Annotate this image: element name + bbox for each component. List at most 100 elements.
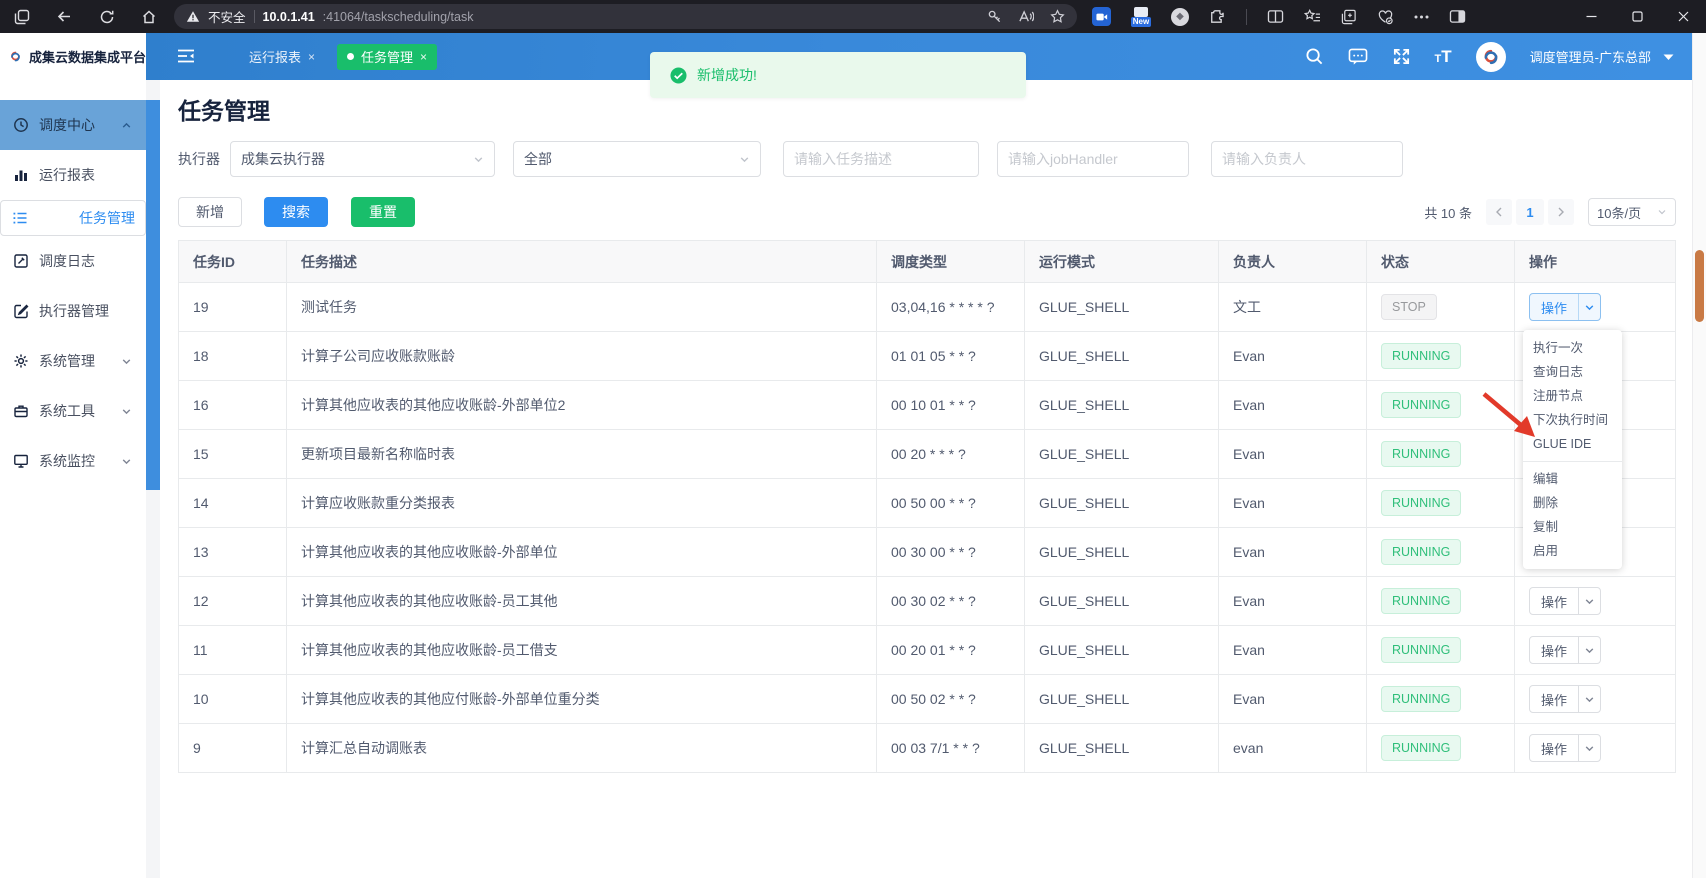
jobhandler-input[interactable] [997, 141, 1189, 177]
status-cell: RUNNING [1367, 528, 1515, 577]
menu-item[interactable]: GLUE IDE [1523, 432, 1622, 456]
user-name[interactable]: 调度管理员-广东总部 [1530, 47, 1651, 66]
sidebar-item-executor-management[interactable]: 执行器管理 [0, 286, 146, 336]
new-extension-icon[interactable]: New [1131, 7, 1151, 27]
close-button[interactable] [1660, 0, 1706, 33]
sidebar-item-dispatch-center[interactable]: 调度中心 [0, 100, 146, 150]
menu-item[interactable]: 删除 [1523, 491, 1622, 515]
action-button-label: 操作 [1530, 686, 1578, 712]
row-action-dropdown-button[interactable]: 操作 [1529, 734, 1601, 762]
menu-item[interactable]: 查询日志 [1523, 360, 1622, 384]
sidebar-item-task-management[interactable]: 任务管理 [0, 200, 146, 236]
row-action-dropdown-button[interactable]: 操作 [1529, 685, 1601, 713]
schedule-type-cell: 00 20 01 * * ? [877, 626, 1025, 675]
minimize-button[interactable] [1568, 0, 1614, 33]
table-row: 14计算应收账款重分类报表00 50 00 * * ?GLUE_SHELLEva… [179, 479, 1676, 528]
run-mode-cell: GLUE_SHELL [1025, 626, 1219, 675]
menu-item[interactable]: 复制 [1523, 515, 1622, 539]
sidebar-scrollbar[interactable] [146, 80, 160, 878]
task-desc-cell: 计算其他应收表的其他应收账龄-外部单位2 [287, 381, 877, 430]
row-action-dropdown-button[interactable]: 操作 [1529, 293, 1601, 321]
chevron-down-icon [1578, 294, 1600, 320]
owner-cell: Evan [1219, 675, 1367, 724]
avatar[interactable] [1476, 42, 1506, 72]
search-icon[interactable] [1305, 47, 1324, 66]
schedule-type-cell: 00 30 00 * * ? [877, 528, 1025, 577]
sidebar-item-dispatch-log[interactable]: 调度日志 [0, 236, 146, 286]
table-row: 10计算其他应收表的其他应付账龄-外部单位重分类00 50 02 * * ?GL… [179, 675, 1676, 724]
sidebar-scrollbar-thumb[interactable] [146, 100, 160, 490]
tab-run-report[interactable]: 运行报表 × [241, 44, 323, 70]
maximize-button[interactable] [1614, 0, 1660, 33]
browser-essentials-icon[interactable] [1377, 9, 1394, 25]
status-filter-select[interactable]: 全部 [513, 141, 761, 177]
tab-label: 运行报表 [249, 47, 301, 66]
sidebar-item-system-tools[interactable]: 系统工具 [0, 386, 146, 436]
row-action-dropdown-button[interactable]: 操作 [1529, 636, 1601, 664]
add-button[interactable]: 新增 [178, 197, 242, 227]
close-icon[interactable]: × [308, 50, 315, 64]
back-icon[interactable] [56, 8, 73, 25]
row-action-dropdown-button[interactable]: 操作 [1529, 587, 1601, 615]
read-aloud-icon[interactable] [1018, 9, 1034, 24]
refresh-icon[interactable] [99, 9, 115, 25]
search-button[interactable]: 搜索 [264, 197, 328, 227]
menu-item[interactable]: 编辑 [1523, 467, 1622, 491]
collections-icon[interactable] [1341, 9, 1357, 25]
favorites-bar-icon[interactable] [1304, 9, 1321, 24]
menu-item[interactable]: 注册节点 [1523, 384, 1622, 408]
action-button-label: 操作 [1530, 588, 1578, 614]
status-badge: RUNNING [1381, 637, 1461, 663]
meeting-extension-icon[interactable] [1092, 7, 1111, 26]
task-desc-cell: 计算其他应收表的其他应付账龄-外部单位重分类 [287, 675, 877, 724]
sidebar-item-system-monitor[interactable]: 系统监控 [0, 436, 146, 486]
status-cell: RUNNING [1367, 675, 1515, 724]
owner-cell: Evan [1219, 332, 1367, 381]
sidebar-item-run-report[interactable]: 运行报表 [0, 150, 146, 200]
close-icon[interactable]: × [420, 50, 427, 64]
task-desc-cell: 测试任务 [287, 283, 877, 332]
page-scrollbar-thumb[interactable] [1695, 250, 1704, 322]
current-page[interactable]: 1 [1516, 199, 1544, 225]
tab-task-management[interactable]: 任务管理× [337, 44, 437, 70]
sidebar-toggle-icon[interactable] [1449, 9, 1466, 24]
edit-square-icon [12, 303, 29, 319]
split-screen-icon[interactable] [1267, 9, 1284, 24]
settings-more-icon[interactable] [1414, 15, 1429, 19]
task-desc-cell: 计算汇总自动调账表 [287, 724, 877, 773]
owner-input[interactable] [1211, 141, 1403, 177]
favorite-star-icon[interactable] [1050, 9, 1065, 24]
chevron-down-icon [1578, 637, 1600, 663]
address-bar[interactable]: 不安全 10.0.1.41:41064/taskscheduling/task [174, 4, 1077, 29]
extensions-puzzle-icon[interactable] [1209, 8, 1226, 25]
page-scrollbar[interactable] [1692, 33, 1706, 878]
sidebar-item-label: 任务管理 [79, 208, 135, 228]
sidebar-item-system-management[interactable]: 系统管理 [0, 336, 146, 386]
font-size-icon[interactable]: TT [1435, 48, 1452, 65]
status-cell: RUNNING [1367, 577, 1515, 626]
menu-item[interactable]: 下次执行时间 [1523, 408, 1622, 432]
prev-page-button[interactable] [1486, 199, 1512, 225]
menu-item[interactable]: 执行一次 [1523, 336, 1622, 360]
log-icon [12, 253, 29, 269]
task-desc-input[interactable] [783, 141, 979, 177]
pagination: 共 10 条 1 10条/页 [1424, 198, 1676, 226]
message-icon[interactable] [1348, 48, 1368, 66]
warning-icon [186, 10, 200, 23]
menu-item[interactable]: 启用 [1523, 539, 1622, 563]
status-badge: RUNNING [1381, 343, 1461, 369]
next-page-button[interactable] [1548, 199, 1574, 225]
diamond-extension-icon[interactable]: ◆ [1171, 8, 1189, 26]
page-size-select[interactable]: 10条/页 [1588, 198, 1676, 226]
tab-stack-icon[interactable] [14, 9, 30, 25]
chevron-down-icon [1578, 735, 1600, 761]
password-key-icon[interactable] [987, 9, 1002, 24]
sidebar-collapse-icon[interactable] [176, 47, 196, 65]
reset-button[interactable]: 重置 [351, 197, 415, 227]
gear-icon [12, 353, 29, 369]
home-icon[interactable] [141, 9, 157, 25]
toast-message: 新增成功! [697, 65, 757, 85]
executor-select[interactable]: 成集云执行器 [230, 141, 495, 177]
run-mode-cell: GLUE_SHELL [1025, 724, 1219, 773]
fullscreen-icon[interactable] [1392, 47, 1411, 66]
